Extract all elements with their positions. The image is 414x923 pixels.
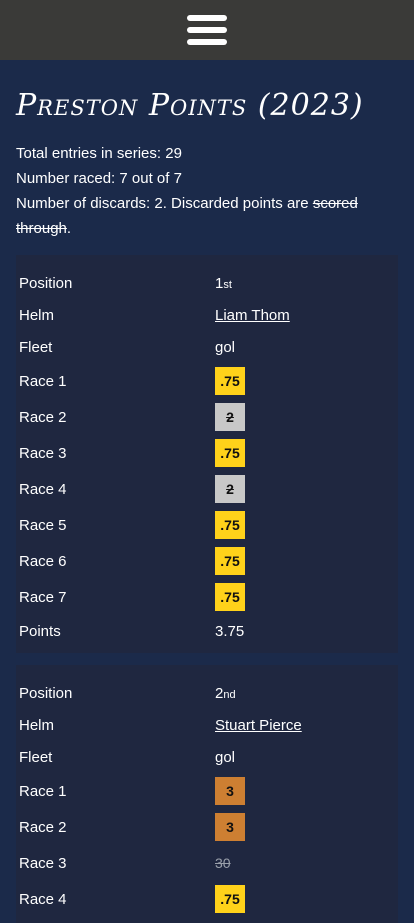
position-label: Position <box>19 274 73 292</box>
result-card-1: Position 1st Helm Liam Thom Fleet gol Ra… <box>16 255 398 653</box>
discards-text: Number of discards: 2. Discarded points … <box>16 191 398 241</box>
hamburger-line <box>187 39 227 45</box>
race-score: .75 <box>215 547 245 575</box>
number-raced-text: Number raced: 7 out of 7 <box>16 170 182 187</box>
race-score: 3 <box>215 777 245 805</box>
result-card-2: Position 2nd Helm Stuart Pierce Fleet go… <box>16 665 398 923</box>
fleet-row: Fleet gol <box>19 741 395 773</box>
helm-link[interactable]: Liam Thom <box>215 307 290 324</box>
race-label: Race 3 <box>19 444 67 462</box>
series-summary: Total entries in series: 29 Number raced… <box>16 141 398 241</box>
race-row: Race 1 .75 <box>19 363 395 399</box>
helm-label: Helm <box>19 716 55 734</box>
race-row: Race 4 2 <box>19 471 395 507</box>
race-row: Race 5 .75 <box>19 507 395 543</box>
race-label: Race 4 <box>19 890 67 908</box>
race-row: Race 2 2 <box>19 399 395 435</box>
race-score-discarded: 30 <box>215 855 231 871</box>
race-score: .75 <box>215 885 245 913</box>
discards-suffix: . <box>66 220 72 237</box>
position-suffix: st <box>223 278 232 291</box>
points-row: Points 3.75 <box>19 615 395 647</box>
race-row: Race 4 .75 <box>19 881 395 917</box>
race-score: .75 <box>215 439 245 467</box>
race-row: Race 2 3 <box>19 809 395 845</box>
hamburger-line <box>187 15 227 21</box>
discards-prefix: Number of discards: 2. Discarded points … <box>16 195 313 212</box>
fleet-row: Fleet gol <box>19 331 395 363</box>
race-score: .75 <box>215 583 245 611</box>
helm-row: Helm Stuart Pierce <box>19 709 395 741</box>
hamburger-line <box>187 27 227 33</box>
race-label: Race 2 <box>19 408 67 426</box>
position-row: Position 2nd <box>19 677 395 709</box>
total-entries-text: Total entries in series: 29 <box>16 145 182 162</box>
race-label: Race 6 <box>19 552 67 570</box>
race-label: Race 5 <box>19 516 67 534</box>
main-content: Preston Points (2023) Total entries in s… <box>0 60 414 923</box>
race-row: Race 6 .75 <box>19 543 395 579</box>
race-row: Race 3 30 <box>19 845 395 881</box>
race-score: .75 <box>215 511 245 539</box>
fleet-value: gol <box>215 748 236 766</box>
page-title: Preston Points (2023) <box>16 88 364 123</box>
race-row: Race 3 .75 <box>19 435 395 471</box>
fleet-label: Fleet <box>19 748 53 766</box>
position-label: Position <box>19 684 73 702</box>
position-value: 1st <box>215 275 232 292</box>
race-score-discarded: 2 <box>215 403 245 431</box>
race-row: Race 7 .75 <box>19 579 395 615</box>
race-label: Race 1 <box>19 782 67 800</box>
top-navigation-bar <box>0 0 414 60</box>
race-label: Race 3 <box>19 854 67 872</box>
points-value: 3.75 <box>215 622 245 640</box>
race-label: Race 4 <box>19 480 67 498</box>
helm-link[interactable]: Stuart Pierce <box>215 717 302 734</box>
position-suffix: nd <box>223 688 236 701</box>
position-value: 2nd <box>215 685 236 702</box>
points-label: Points <box>19 622 61 640</box>
race-label: Race 1 <box>19 372 67 390</box>
race-row: Race 1 3 <box>19 773 395 809</box>
helm-row: Helm Liam Thom <box>19 299 395 331</box>
race-score: .75 <box>215 367 245 395</box>
race-label: Race 7 <box>19 588 67 606</box>
race-label: Race 2 <box>19 818 67 836</box>
race-score: 3 <box>215 813 245 841</box>
fleet-value: gol <box>215 338 236 356</box>
fleet-label: Fleet <box>19 338 53 356</box>
helm-label: Helm <box>19 306 55 324</box>
position-row: Position 1st <box>19 267 395 299</box>
hamburger-icon[interactable] <box>187 15 227 45</box>
race-score-discarded: 2 <box>215 475 245 503</box>
